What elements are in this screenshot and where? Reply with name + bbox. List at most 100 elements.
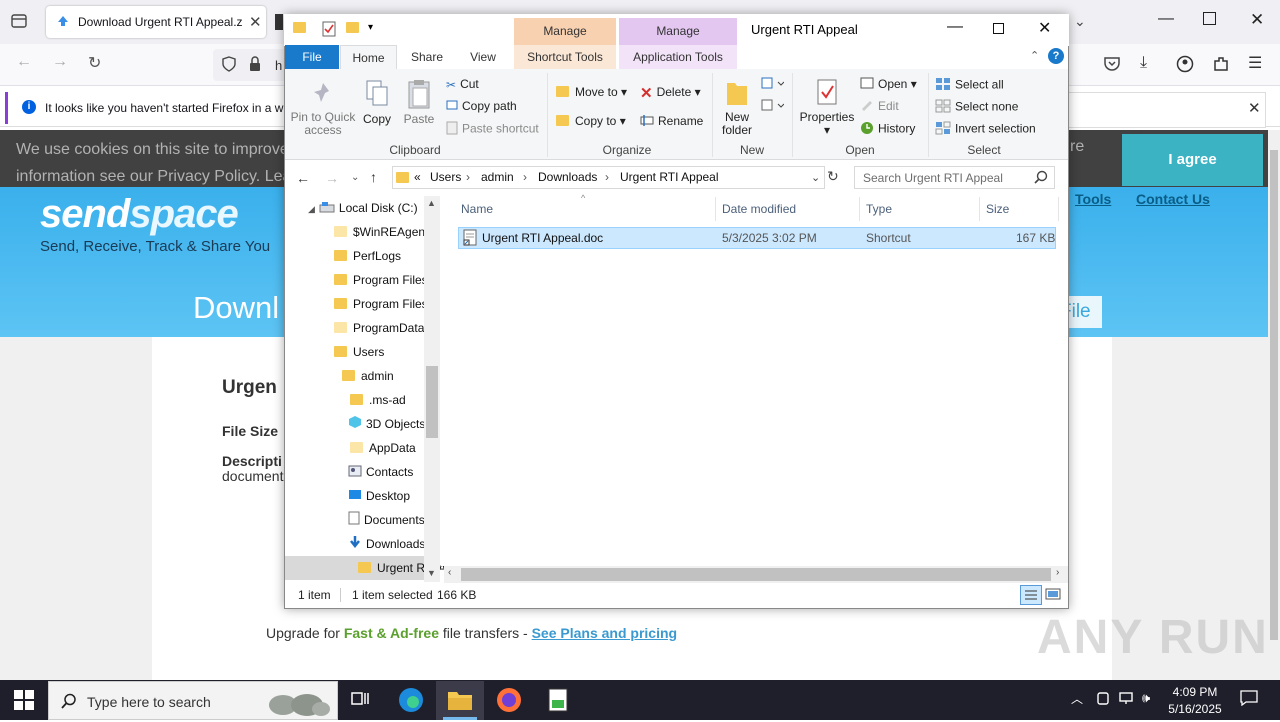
task-view-icon[interactable] bbox=[348, 686, 378, 714]
invert-selection-button[interactable]: Invert selection bbox=[935, 121, 1036, 138]
browser-tab[interactable]: Download Urgent RTI Appeal.zip ✕ bbox=[46, 6, 266, 38]
nav-tools-link[interactable]: Tools bbox=[1075, 191, 1111, 207]
paste-button[interactable]: Paste bbox=[402, 78, 436, 126]
column-type[interactable]: Type bbox=[866, 202, 892, 216]
tab-list-icon[interactable] bbox=[10, 12, 28, 30]
reload-icon[interactable]: ↻ bbox=[88, 53, 101, 73]
notepad-app-icon[interactable] bbox=[544, 686, 574, 714]
open-button[interactable]: Open ▾ bbox=[860, 77, 917, 92]
customize-qat-icon[interactable]: ▾ bbox=[368, 22, 373, 33]
explorer-search-input[interactable]: Search Urgent RTI Appeal bbox=[854, 166, 1055, 189]
tab-share[interactable]: Share bbox=[405, 45, 449, 69]
notification-center-icon[interactable] bbox=[1240, 690, 1258, 709]
volume-icon[interactable]: 🕪 bbox=[1142, 690, 1150, 706]
tree-item-admin[interactable]: admin bbox=[342, 364, 394, 388]
tree-item-desktop[interactable]: Desktop bbox=[348, 484, 410, 508]
copy-path-button[interactable]: Copy path bbox=[446, 99, 517, 114]
tree-item-program-files-x86[interactable]: Program Files bbox=[334, 292, 428, 316]
breadcrumb-overflow[interactable]: « bbox=[414, 170, 421, 184]
tray-overflow-icon[interactable]: ︿ bbox=[1071, 690, 1083, 707]
explorer-minimize-button[interactable]: — bbox=[947, 18, 963, 36]
delete-button[interactable]: ✕ Delete ▾ bbox=[640, 84, 701, 102]
restore-button[interactable] bbox=[1203, 12, 1216, 25]
new-folder-quick-icon[interactable] bbox=[346, 21, 365, 35]
column-date-modified[interactable]: Date modified bbox=[722, 202, 796, 216]
tree-item-contacts[interactable]: Contacts bbox=[348, 460, 413, 484]
plans-link[interactable]: See Plans and pricing bbox=[532, 625, 678, 641]
breadcrumb-admin[interactable]: admin bbox=[481, 170, 514, 184]
breadcrumb-users[interactable]: Users bbox=[430, 170, 461, 184]
explorer-back-icon[interactable]: ← bbox=[296, 170, 310, 186]
tree-item-winreagent[interactable]: $WinREAgent bbox=[334, 220, 428, 244]
cut-button[interactable]: ✂ Cut bbox=[446, 77, 479, 92]
menu-icon[interactable]: ☰ bbox=[1248, 53, 1262, 73]
page-scrollbar[interactable] bbox=[1268, 130, 1280, 680]
refresh-icon[interactable]: ↻ bbox=[827, 168, 839, 185]
tree-item-programdata[interactable]: ProgramData bbox=[334, 316, 424, 340]
tree-scrollbar[interactable]: ▲ ▼ bbox=[424, 196, 440, 582]
tree-item-program-files[interactable]: Program Files bbox=[334, 268, 428, 292]
tab-overflow-icon[interactable]: ⌄ bbox=[1074, 13, 1086, 30]
tree-item-users[interactable]: Users bbox=[334, 340, 384, 364]
properties-button[interactable]: Properties ▾ bbox=[798, 78, 856, 137]
back-icon[interactable]: ← bbox=[16, 53, 32, 71]
tree-item-local-disk[interactable]: ◢ Local Disk (C:) bbox=[308, 196, 418, 220]
tree-item-3d-objects[interactable]: 3D Objects bbox=[348, 412, 425, 436]
new-item-icon[interactable] bbox=[760, 76, 785, 95]
select-none-button[interactable]: Select none bbox=[935, 99, 1018, 116]
tree-item-documents[interactable]: Documents bbox=[348, 508, 425, 532]
explorer-forward-icon[interactable]: → bbox=[325, 170, 339, 186]
tray-app-icon[interactable] bbox=[1096, 690, 1110, 709]
breadcrumb-current[interactable]: Urgent RTI Appeal bbox=[620, 170, 719, 184]
select-all-button[interactable]: Select all bbox=[935, 77, 1004, 94]
easy-access-icon[interactable] bbox=[760, 98, 785, 117]
breadcrumb-downloads[interactable]: Downloads bbox=[538, 170, 597, 184]
account-icon[interactable] bbox=[1176, 55, 1194, 76]
collapse-ribbon-icon[interactable]: ⌃ bbox=[1030, 49, 1039, 62]
up-folder-icon[interactable]: ↑ bbox=[370, 169, 377, 185]
forward-icon[interactable]: → bbox=[52, 53, 68, 71]
nav-contact-link[interactable]: Contact Us bbox=[1136, 191, 1210, 207]
firefox-icon[interactable] bbox=[495, 686, 525, 714]
help-icon[interactable]: ? bbox=[1048, 48, 1064, 64]
edge-icon[interactable] bbox=[397, 686, 427, 714]
explorer-close-button[interactable]: ✕ bbox=[1038, 18, 1051, 38]
extensions-icon[interactable] bbox=[1212, 55, 1230, 76]
horizontal-scrollbar[interactable]: ‹ › bbox=[444, 566, 1068, 583]
tab-view[interactable]: View bbox=[461, 45, 505, 69]
agree-button[interactable]: I agree bbox=[1122, 134, 1263, 186]
tab-shortcut-tools[interactable]: Shortcut Tools bbox=[514, 45, 616, 69]
rename-button[interactable]: Rename bbox=[640, 114, 703, 129]
tab-file[interactable]: File bbox=[285, 45, 339, 69]
url-bar[interactable]: h bbox=[213, 49, 293, 81]
address-dropdown-icon[interactable]: ⌄ bbox=[811, 171, 820, 184]
windows-start-icon[interactable] bbox=[14, 690, 34, 713]
downloads-icon[interactable]: ⤓ bbox=[1140, 54, 1147, 72]
recent-locations-icon[interactable]: ⌄ bbox=[351, 172, 359, 183]
paste-shortcut-button[interactable]: Paste shortcut bbox=[446, 121, 539, 138]
pocket-icon[interactable] bbox=[1103, 55, 1121, 76]
minimize-button[interactable]: — bbox=[1158, 10, 1174, 28]
column-size[interactable]: Size bbox=[986, 202, 1009, 216]
copy-button[interactable]: Copy bbox=[360, 78, 394, 126]
taskbar-clock[interactable]: 4:09 PM 5/16/2025 bbox=[1160, 684, 1230, 718]
pin-quick-access-button[interactable]: Pin to Quick access bbox=[290, 80, 356, 137]
large-icons-view-icon[interactable] bbox=[1045, 587, 1061, 604]
close-window-button[interactable]: ✕ bbox=[1250, 10, 1264, 30]
tree-item-downloads[interactable]: Downloads bbox=[348, 532, 425, 556]
copy-to-button[interactable]: Copy to ▾ bbox=[556, 114, 626, 128]
history-button[interactable]: History bbox=[860, 121, 915, 138]
edit-button[interactable]: Edit bbox=[860, 99, 899, 114]
network-icon[interactable] bbox=[1118, 690, 1136, 709]
site-logo[interactable]: sendspace bbox=[40, 192, 239, 237]
column-name[interactable]: Name bbox=[461, 202, 493, 216]
tree-item-perflogs[interactable]: PerfLogs bbox=[334, 244, 401, 268]
taskbar-search[interactable]: Type here to search bbox=[48, 681, 338, 720]
tab-application-tools[interactable]: Application Tools bbox=[619, 45, 737, 69]
properties-quick-icon[interactable] bbox=[322, 21, 336, 40]
notification-close-icon[interactable]: ✕ bbox=[1248, 99, 1261, 117]
tree-item-appdata[interactable]: AppData bbox=[350, 436, 416, 460]
details-view-icon[interactable] bbox=[1020, 585, 1042, 605]
file-explorer-icon[interactable] bbox=[446, 686, 476, 714]
tab-close-icon[interactable]: ✕ bbox=[249, 13, 262, 31]
